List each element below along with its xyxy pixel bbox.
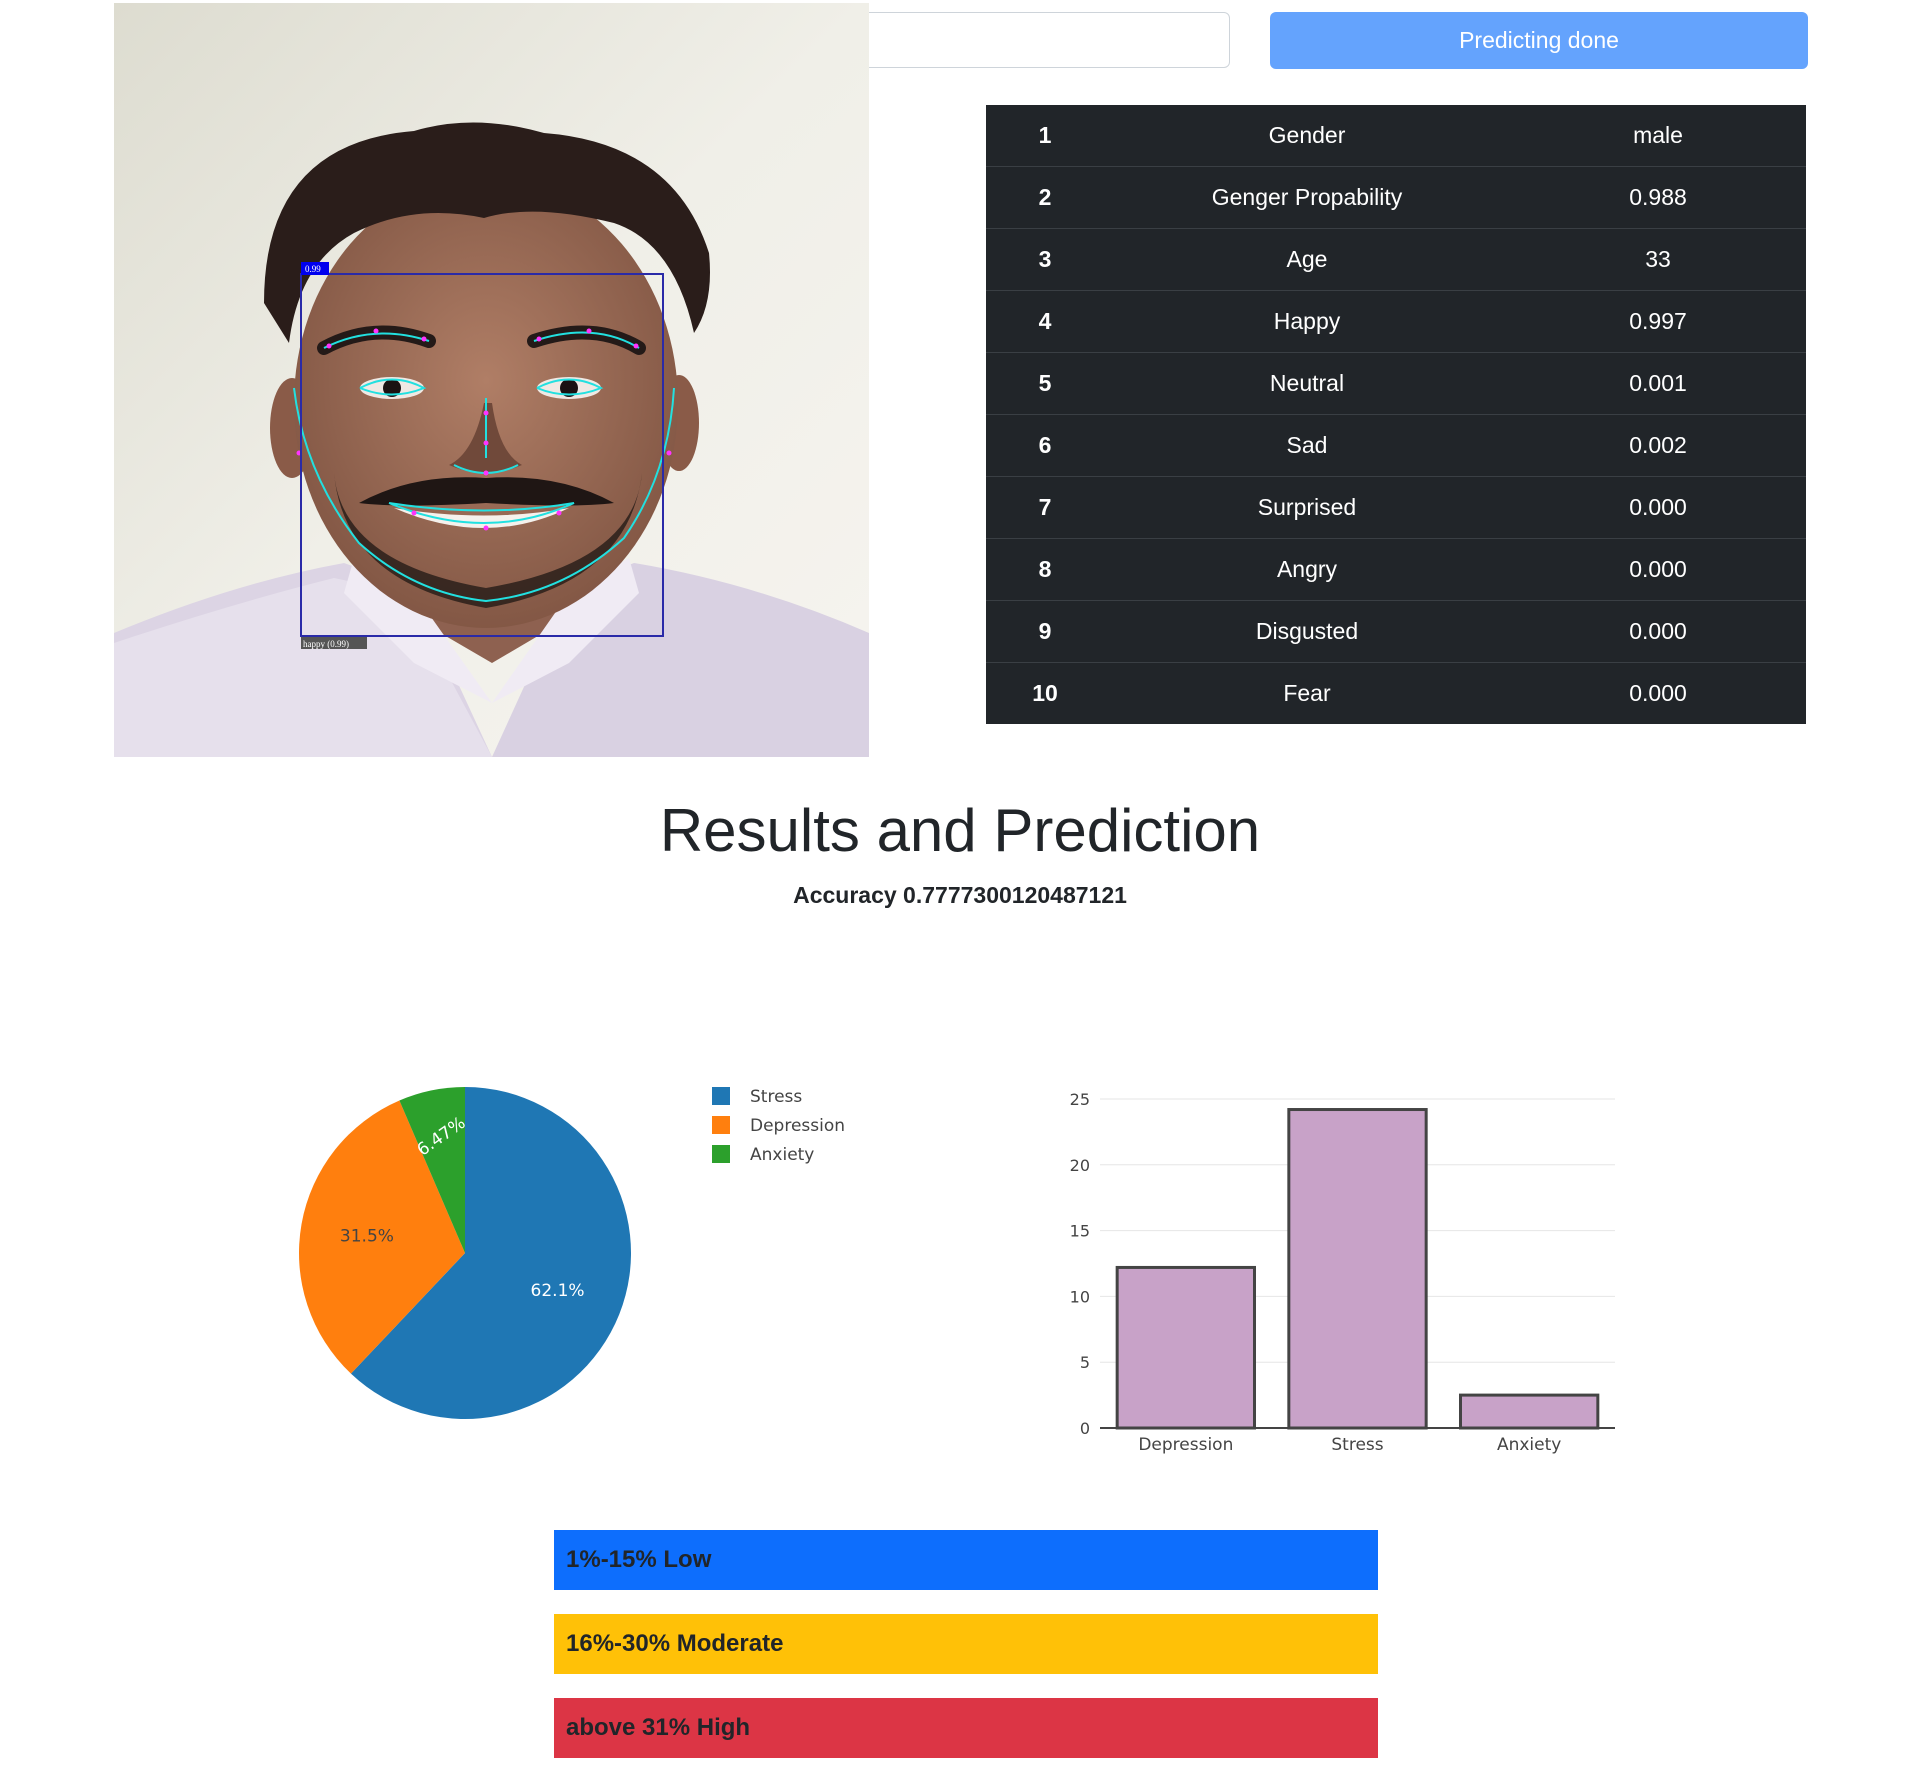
row-index: 1 (986, 105, 1104, 167)
bar (1287, 1108, 1428, 1430)
y-tick-label: 20 (1070, 1156, 1090, 1175)
row-label: Age (1104, 228, 1510, 291)
legend-swatch (712, 1145, 730, 1163)
row-index: 10 (1032, 680, 1058, 706)
results-table-body: 1 Gender male 2 Genger Propability 0.988 3 Age 3… (986, 105, 1806, 724)
row-label: Genger Propability (1104, 166, 1510, 229)
legend-swatch (712, 1116, 730, 1134)
row-index: 5 (986, 352, 1104, 415)
row-value: 0.000 (1629, 680, 1687, 706)
row-value: 0.988 (1510, 166, 1806, 229)
row-label: Fear (1283, 680, 1331, 706)
box-score-label: 0.99 (305, 264, 321, 274)
x-tick-label: Stress (1331, 1435, 1383, 1455)
row-label: Surprised (1104, 476, 1510, 539)
row-index: 3 (986, 228, 1104, 291)
y-tick-label: 15 (1070, 1222, 1090, 1241)
row-value: 0.001 (1510, 352, 1806, 415)
row-index: 8 (986, 538, 1104, 601)
row-label: Sad (1104, 414, 1510, 477)
legend-label: Anxiety (750, 1145, 814, 1165)
row-label: Gender (1104, 105, 1510, 167)
severity-bar: 16%-30% Moderate (554, 1614, 1378, 1674)
legend-label: Depression (750, 1116, 845, 1136)
bar (1459, 1393, 1600, 1430)
y-tick-label: 0 (1080, 1419, 1090, 1438)
table-row: 4 Happy 0.997 (986, 290, 1806, 353)
row-label: Happy (1104, 290, 1510, 353)
bar (1115, 1265, 1256, 1430)
row-label: Disgusted (1104, 600, 1510, 663)
table-row: 6 Sad 0.002 (986, 414, 1806, 477)
table-row: 2 Genger Propability 0.988 (986, 166, 1806, 229)
bar-chart: 0 5 10 15 20 25 Depression Stress Anxiety (1070, 1090, 1615, 1455)
table-row: 9 Disgusted 0.000 (986, 600, 1806, 663)
predict-button[interactable]: Predicting done (1270, 12, 1808, 69)
table-row: 5 Neutral 0.001 (986, 352, 1806, 415)
x-tick-label: Depression (1138, 1435, 1233, 1455)
row-value: 0.000 (1510, 538, 1806, 601)
row-index: 4 (986, 290, 1104, 353)
row-index: 6 (986, 414, 1104, 477)
row-label: Angry (1104, 538, 1510, 601)
results-table: 1 Gender male 2 Genger Propability 0.988 3 Age 3… (986, 105, 1806, 724)
table-row: 1 Gender male (986, 105, 1806, 167)
severity-bar: above 31% High (554, 1698, 1378, 1758)
row-value: 33 (1510, 228, 1806, 291)
y-tick-label: 25 (1070, 1090, 1090, 1109)
row-index: 9 (986, 600, 1104, 663)
row-label: Neutral (1104, 352, 1510, 415)
emotion-label: happy (0.99) (303, 639, 349, 649)
y-tick-label: 5 (1080, 1353, 1090, 1372)
row-value: 0.002 (1510, 414, 1806, 477)
severity-bar: 1%-15% Low (554, 1530, 1378, 1590)
table-row: 8 Angry 0.000 (986, 538, 1806, 601)
pie-slice-label: 31.5% (340, 1227, 394, 1247)
row-index: 7 (986, 476, 1104, 539)
row-value: 0.000 (1510, 600, 1806, 663)
x-tick-label: Anxiety (1497, 1435, 1561, 1455)
page-title: Results and Prediction (659, 797, 1261, 864)
row-value: 0.997 (1510, 290, 1806, 353)
row-value: male (1510, 105, 1806, 167)
pie-chart: 62.1%31.5%6.47%StressDepressionAnxiety (299, 1087, 845, 1419)
table-row: 3 Age 33 (986, 228, 1806, 291)
legend-label: Stress (750, 1087, 802, 1107)
table-row: 10 Fear 0.000 (986, 663, 1806, 725)
file-input[interactable] (860, 12, 1230, 68)
pie-slice-label: 62.1% (531, 1281, 585, 1301)
row-index: 2 (986, 166, 1104, 229)
legend-swatch (712, 1087, 730, 1105)
accuracy-text: Accuracy 0.7777300120487121 (793, 882, 1127, 908)
y-tick-label: 10 (1070, 1287, 1090, 1306)
table-row: 7 Surprised 0.000 (986, 476, 1806, 539)
face-photo: 0.99 happy (0.99) (114, 3, 869, 757)
face-photo-image: 0.99 happy (0.99) (114, 3, 869, 757)
row-value: 0.000 (1510, 476, 1806, 539)
